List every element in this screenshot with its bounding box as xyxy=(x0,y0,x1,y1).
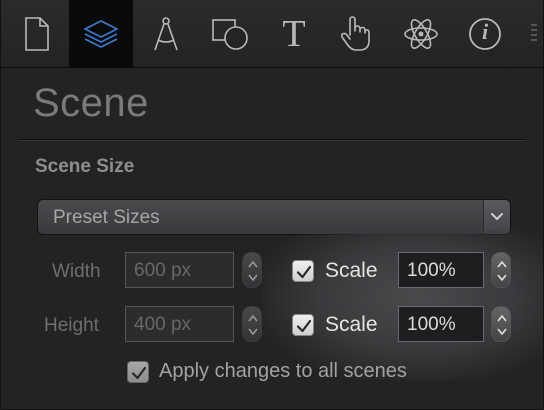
inspector-header: Scene xyxy=(18,69,526,140)
stepper-arrows-icon xyxy=(497,261,507,281)
shapes-icon xyxy=(212,18,248,50)
text-tool[interactable]: T xyxy=(262,0,326,67)
height-input[interactable]: 400 px xyxy=(125,306,234,342)
atom-icon xyxy=(404,18,438,49)
stepper-arrows-icon xyxy=(248,261,258,281)
height-scale-input[interactable]: 100% xyxy=(398,306,484,342)
width-scale-stepper[interactable] xyxy=(491,252,511,288)
info-glyph: i xyxy=(481,19,489,44)
text-icon: T xyxy=(282,12,306,55)
height-label: Height xyxy=(44,315,99,336)
physics-tool[interactable] xyxy=(389,0,453,67)
height-scale-label: Scale xyxy=(325,313,378,336)
chevron-down-icon[interactable] xyxy=(483,200,510,234)
width-input[interactable]: 600 px xyxy=(125,252,234,288)
layers-tool[interactable] xyxy=(69,0,133,67)
shape-tool[interactable] xyxy=(198,0,262,67)
width-scale-label: Scale xyxy=(325,259,378,282)
height-stepper[interactable] xyxy=(242,306,262,342)
stepper-arrows-icon xyxy=(248,315,258,335)
stepper-arrows-icon xyxy=(497,315,507,335)
pen-tool[interactable] xyxy=(134,0,198,67)
checkmark-icon xyxy=(296,265,312,279)
document-tool[interactable] xyxy=(5,0,69,67)
hand-pointer-icon xyxy=(340,15,370,51)
info-tool[interactable]: i xyxy=(453,0,517,67)
scene-inspector-window: T i Scene Scene Size Preset Sizes Width … xyxy=(0,0,544,410)
document-icon xyxy=(25,16,49,51)
apply-all-label[interactable]: Apply changes to all scenes xyxy=(159,360,407,383)
inspector-toolbar: T i xyxy=(1,0,543,68)
layers-icon xyxy=(84,19,118,48)
apply-all-checkbox[interactable] xyxy=(127,361,149,383)
height-scale-stepper[interactable] xyxy=(491,306,511,342)
height-scale-checkbox[interactable] xyxy=(292,314,314,336)
page-title: Scene xyxy=(33,81,149,125)
width-scale-input[interactable]: 100% xyxy=(398,252,484,288)
compass-icon xyxy=(154,16,178,50)
scene-size-section-label: Scene Size xyxy=(35,156,135,177)
toolbar-grip-handle[interactable] xyxy=(531,24,537,46)
checkmark-icon xyxy=(296,319,312,333)
width-stepper[interactable] xyxy=(242,252,262,288)
preset-sizes-label: Preset Sizes xyxy=(53,207,160,228)
action-tool[interactable] xyxy=(324,0,388,67)
checkmark-icon xyxy=(131,366,147,380)
width-scale-checkbox[interactable] xyxy=(292,260,314,282)
width-label: Width xyxy=(52,261,101,282)
